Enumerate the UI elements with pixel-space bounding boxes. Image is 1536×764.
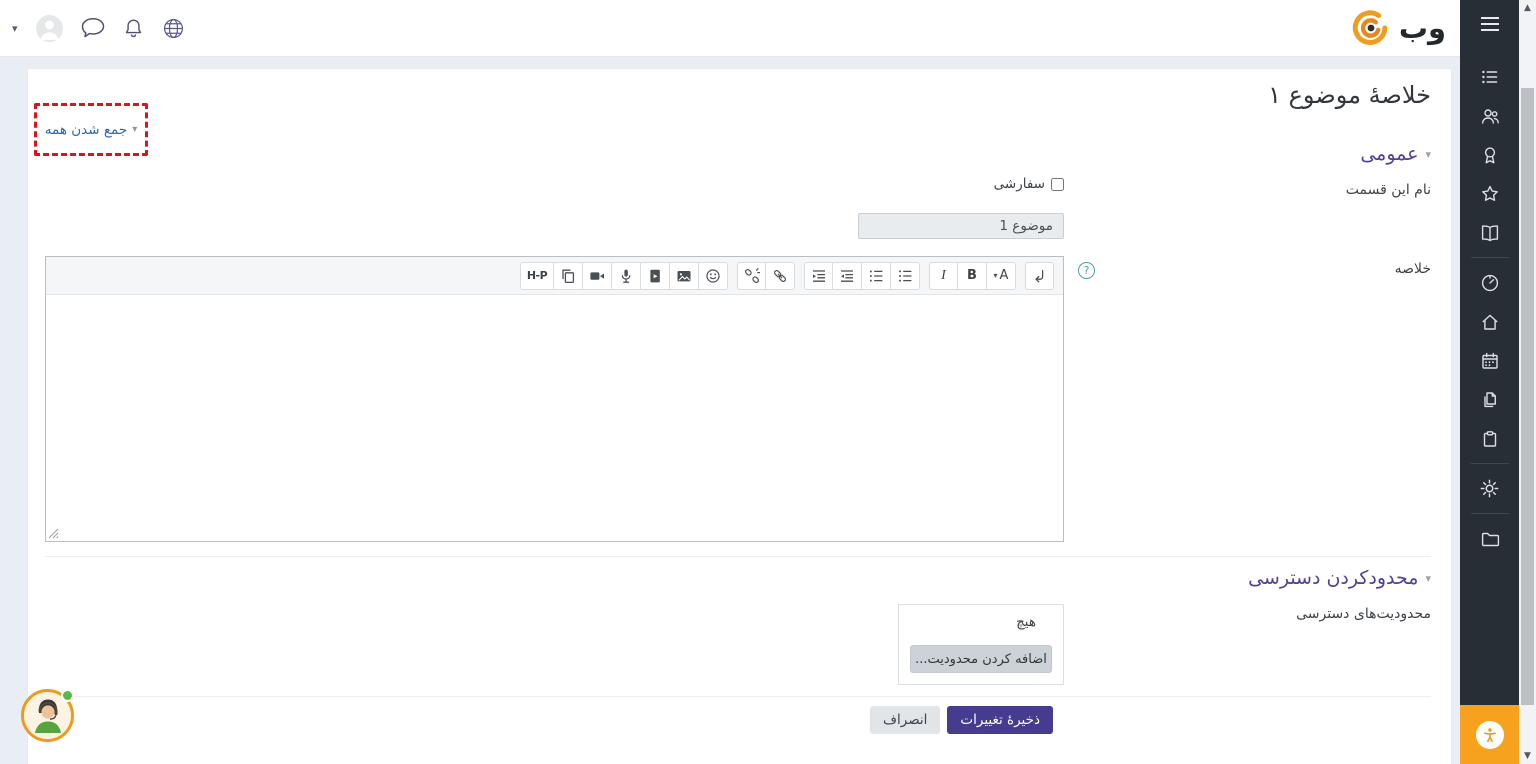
top-navbar: ▾ وب xyxy=(0,0,1460,57)
scrollbar-thumb[interactable] xyxy=(1521,88,1534,705)
chevron-down-icon: ▾ xyxy=(132,124,137,135)
section-name-input[interactable] xyxy=(858,213,1064,239)
record-audio-icon[interactable] xyxy=(612,262,641,290)
video-icon[interactable] xyxy=(583,262,612,290)
badges-award-icon[interactable] xyxy=(1460,135,1519,174)
private-files-icon[interactable] xyxy=(1460,380,1519,419)
media-file-icon[interactable] xyxy=(641,262,670,290)
collapse-all-label: جمع شدن همه xyxy=(45,122,127,138)
vertical-scrollbar[interactable]: ▲ ▼ xyxy=(1519,0,1536,764)
online-status-badge xyxy=(61,689,74,702)
toolbar-group-lists xyxy=(804,262,920,290)
annotation-red-dashed-box: ▾ جمع شدن همه xyxy=(34,103,148,156)
unordered-list-icon[interactable] xyxy=(891,262,920,290)
logo-swirl-icon xyxy=(1350,7,1392,49)
restrictions-none-text: هیچ xyxy=(1016,614,1036,630)
course-side-rail xyxy=(1460,0,1519,764)
access-restrictions-label: محدودیت‌های دسترسی xyxy=(1296,606,1431,622)
accessibility-person-icon xyxy=(1476,721,1504,749)
indent-icon[interactable] xyxy=(804,262,833,290)
summary-editor: H-P xyxy=(45,256,1064,542)
section-header-restrict-access[interactable]: ▾ محدودکردن دسترسی xyxy=(1248,567,1431,589)
italic-button[interactable]: I xyxy=(929,262,958,290)
save-changes-button[interactable]: ذخیرهٔ تغییرات xyxy=(947,706,1053,734)
resize-handle-icon[interactable] xyxy=(48,528,59,539)
cancel-button[interactable]: انصراف xyxy=(870,706,940,734)
settings-gear-icon[interactable] xyxy=(1460,469,1519,508)
editor-toolbar: H-P xyxy=(46,257,1063,295)
unlink-icon[interactable] xyxy=(737,262,766,290)
side-rail-icons xyxy=(1460,57,1519,558)
grades-book-icon[interactable] xyxy=(1460,213,1519,252)
restrictions-box: هیچ اضافه کردن محدودیت... xyxy=(898,604,1064,685)
scroll-up-icon[interactable]: ▲ xyxy=(1519,3,1536,13)
page-title: خلاصهٔ موضوع ۱ xyxy=(1268,81,1431,109)
paragraph-format-dropdown[interactable]: ▾ A xyxy=(987,262,1016,290)
section-divider xyxy=(45,696,1431,697)
calendar-icon[interactable] xyxy=(1460,341,1519,380)
rail-divider xyxy=(1471,257,1509,258)
editor-text-area[interactable] xyxy=(46,295,1063,541)
edit-section-form-card: خلاصهٔ موضوع ۱ ▾ جمع شدن همه ▾ عمومی نام… xyxy=(27,68,1452,764)
h5p-button[interactable]: H-P xyxy=(520,262,554,290)
topbar-user-tools: ▾ xyxy=(12,15,185,42)
accessibility-button[interactable] xyxy=(1460,705,1519,764)
image-icon[interactable] xyxy=(670,262,699,290)
toolbar-group-links xyxy=(737,262,795,290)
site-logo[interactable]: وب xyxy=(1350,7,1446,49)
chat-icon[interactable] xyxy=(81,17,105,39)
toolbar-group-media: H-P xyxy=(520,262,728,290)
form-actions: ذخیرهٔ تغییرات انصراف xyxy=(870,706,1053,734)
menu-hamburger-icon[interactable] xyxy=(1481,17,1499,31)
rail-divider xyxy=(1471,513,1509,514)
chevron-down-icon: ▾ xyxy=(1425,148,1431,161)
site-logo-text: وب xyxy=(1399,11,1446,45)
help-icon[interactable]: ? xyxy=(1078,262,1095,279)
chevron-down-icon: ▾ xyxy=(994,271,998,280)
toolbar-group-format: I B ▾ A xyxy=(929,262,1016,290)
rail-divider xyxy=(1471,463,1509,464)
custom-name-checkbox-row: سفارشی xyxy=(994,176,1064,192)
custom-name-checkbox[interactable] xyxy=(1051,178,1064,191)
custom-name-checkbox-label: سفارشی xyxy=(994,176,1045,192)
outdent-icon[interactable] xyxy=(833,262,862,290)
section-restrict-title: محدودکردن دسترسی xyxy=(1248,567,1418,589)
dashboard-speedometer-icon[interactable] xyxy=(1460,263,1519,302)
section-general-title: عمومی xyxy=(1360,143,1418,165)
bell-icon[interactable] xyxy=(123,17,144,40)
section-header-general[interactable]: ▾ عمومی xyxy=(1360,143,1431,165)
section-name-label: نام این قسمت xyxy=(1346,182,1431,198)
emoticon-icon[interactable] xyxy=(699,262,728,290)
chevron-down-icon: ▾ xyxy=(1425,572,1431,585)
copy-icon[interactable] xyxy=(554,262,583,290)
support-chat-widget[interactable] xyxy=(21,689,74,742)
summary-label: خلاصه xyxy=(1395,261,1431,277)
ordered-list-icon[interactable] xyxy=(862,262,891,290)
chevron-down-icon[interactable]: ▾ xyxy=(12,22,18,35)
course-index-list-icon[interactable] xyxy=(1460,57,1519,96)
user-avatar[interactable] xyxy=(36,15,63,42)
toolbar-group-collapse xyxy=(1025,262,1054,290)
collapse-all-link[interactable]: ▾ جمع شدن همه xyxy=(45,122,137,138)
section-divider xyxy=(45,556,1431,557)
files-folder-icon[interactable] xyxy=(1460,519,1519,558)
scroll-down-icon[interactable]: ▼ xyxy=(1519,751,1536,761)
star-favourites-icon[interactable] xyxy=(1460,174,1519,213)
participants-icon[interactable] xyxy=(1460,96,1519,135)
collapse-toolbar-arrow-icon[interactable] xyxy=(1025,262,1054,290)
globe-icon[interactable] xyxy=(162,17,185,40)
add-restriction-button[interactable]: اضافه کردن محدودیت... xyxy=(910,645,1052,673)
home-icon[interactable] xyxy=(1460,302,1519,341)
bold-button[interactable]: B xyxy=(958,262,987,290)
support-agent-avatar xyxy=(27,695,69,737)
avatar-person-icon xyxy=(36,15,63,42)
link-icon[interactable] xyxy=(766,262,795,290)
content-bank-clipboard-icon[interactable] xyxy=(1460,419,1519,458)
